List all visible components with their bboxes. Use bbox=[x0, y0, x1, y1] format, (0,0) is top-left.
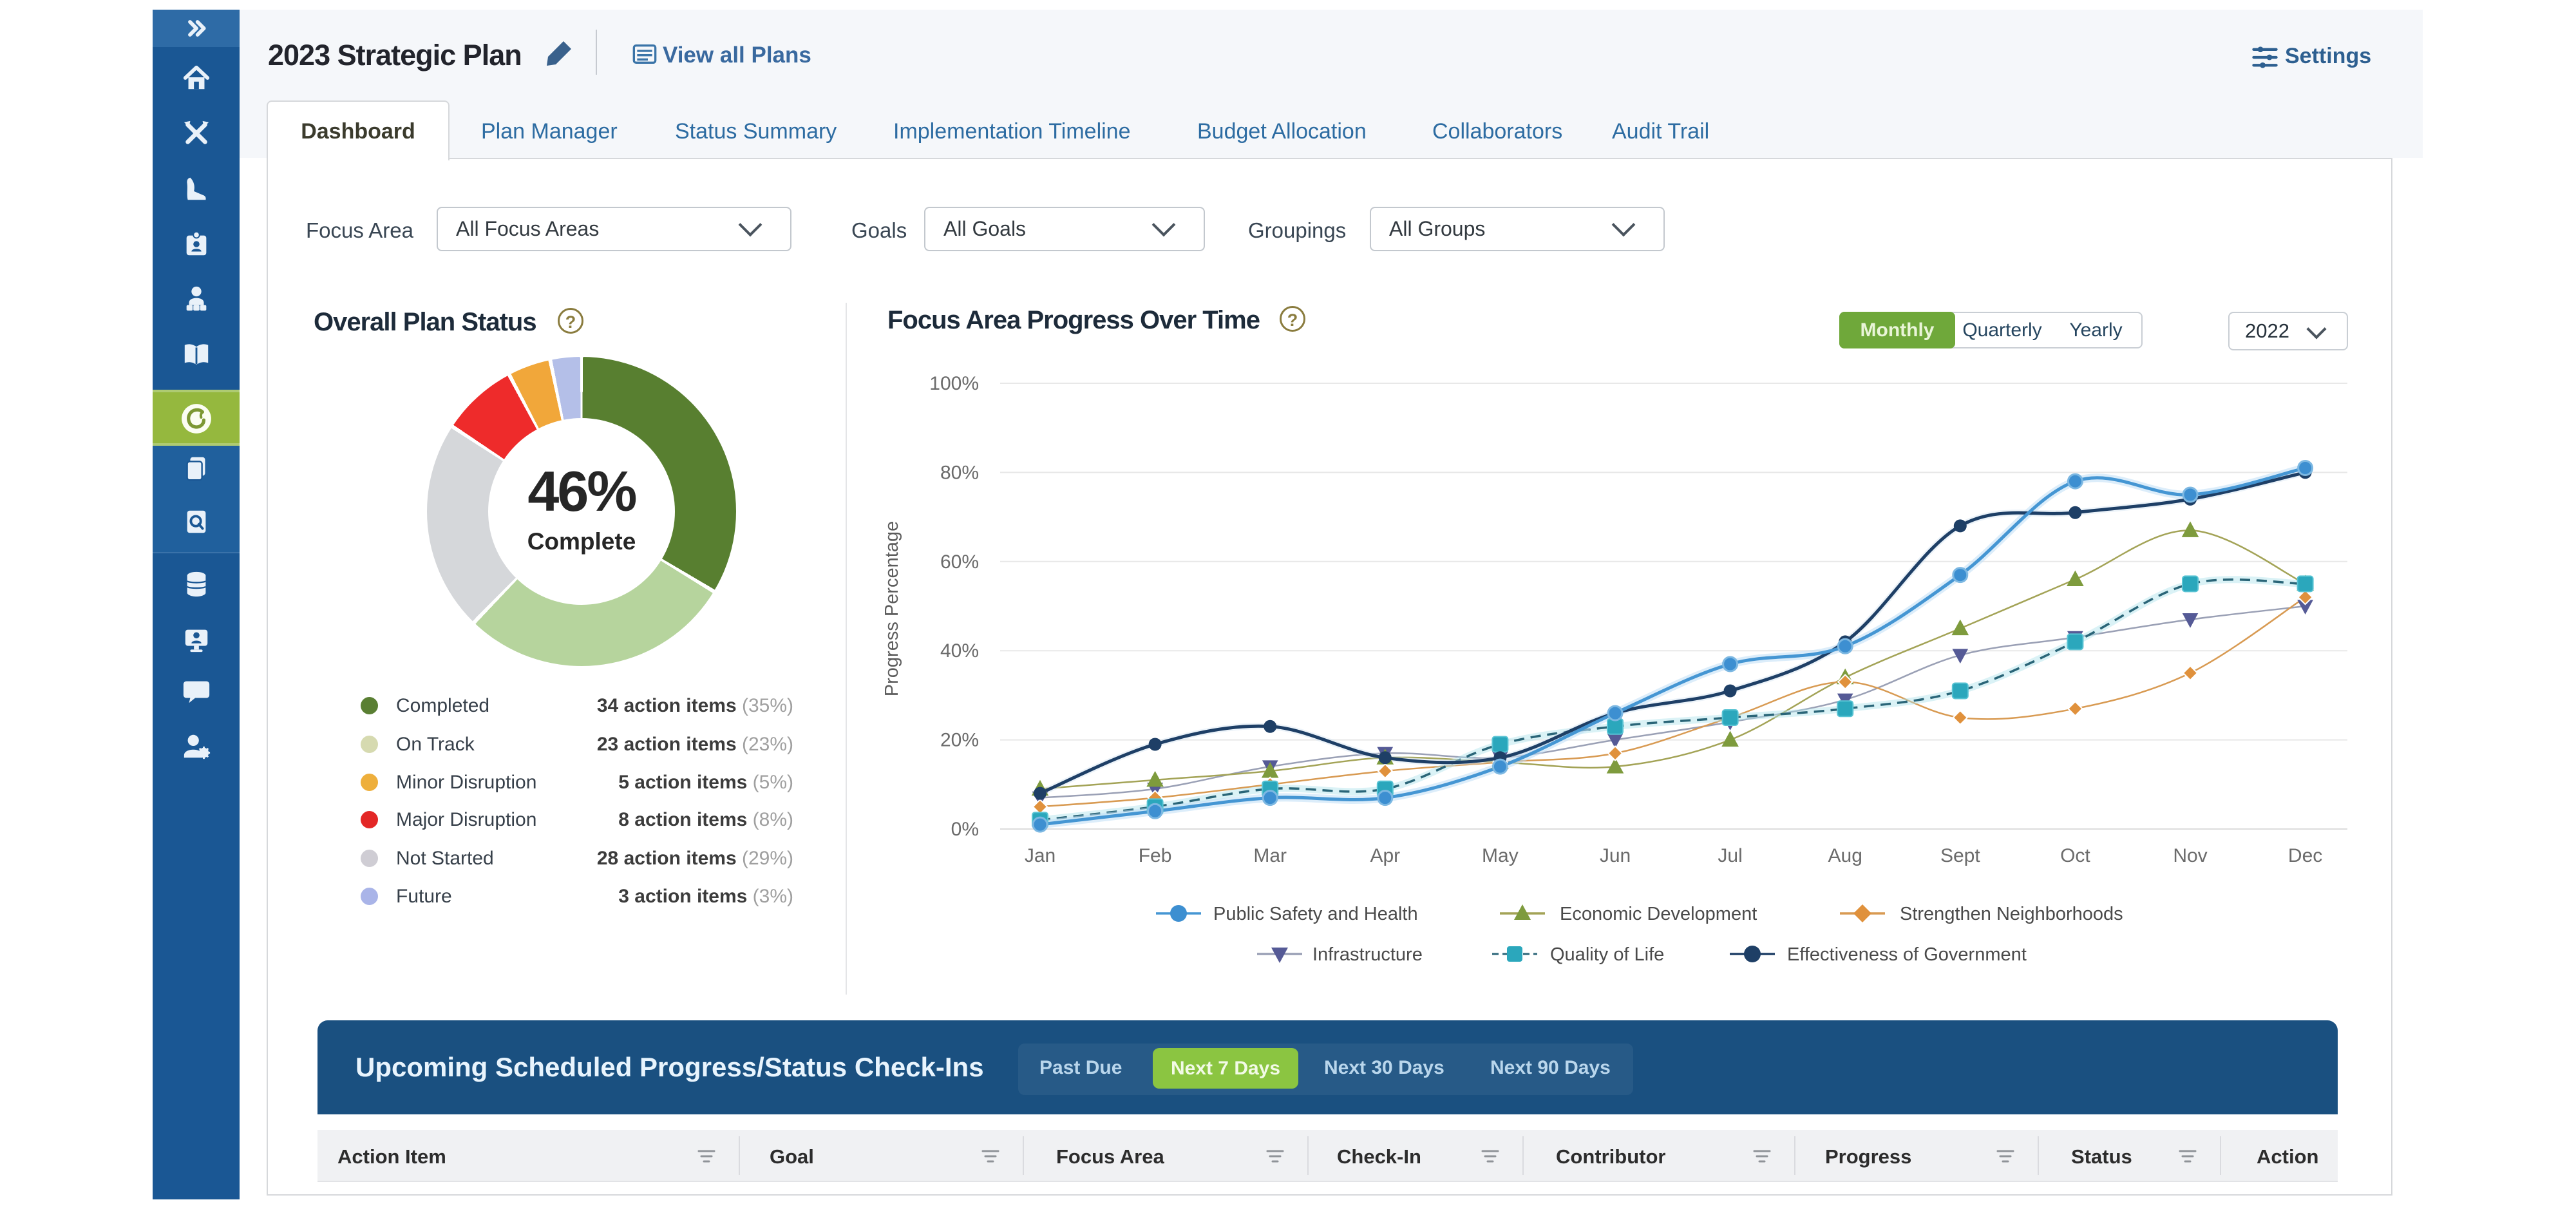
svg-text:Sept: Sept bbox=[1940, 845, 1980, 866]
svg-text:Jan: Jan bbox=[1025, 845, 1056, 866]
svg-text:Feb: Feb bbox=[1139, 845, 1172, 866]
svg-text:20%: 20% bbox=[940, 730, 979, 751]
svg-text:Oct: Oct bbox=[2060, 845, 2090, 866]
svg-text:40%: 40% bbox=[940, 640, 979, 662]
svg-text:Dec: Dec bbox=[2288, 845, 2322, 866]
svg-text:0%: 0% bbox=[951, 819, 979, 840]
svg-text:Nov: Nov bbox=[2173, 845, 2207, 866]
svg-text:Apr: Apr bbox=[1370, 845, 1400, 866]
svg-text:80%: 80% bbox=[940, 462, 979, 483]
svg-text:May: May bbox=[1482, 845, 1519, 866]
svg-text:Jul: Jul bbox=[1718, 845, 1742, 866]
svg-text:100%: 100% bbox=[929, 373, 979, 394]
svg-text:Jun: Jun bbox=[1600, 845, 1631, 866]
svg-text:Aug: Aug bbox=[1828, 845, 1862, 866]
svg-text:Mar: Mar bbox=[1253, 845, 1287, 866]
svg-text:Progress Percentage: Progress Percentage bbox=[882, 521, 902, 696]
svg-text:60%: 60% bbox=[940, 551, 979, 573]
